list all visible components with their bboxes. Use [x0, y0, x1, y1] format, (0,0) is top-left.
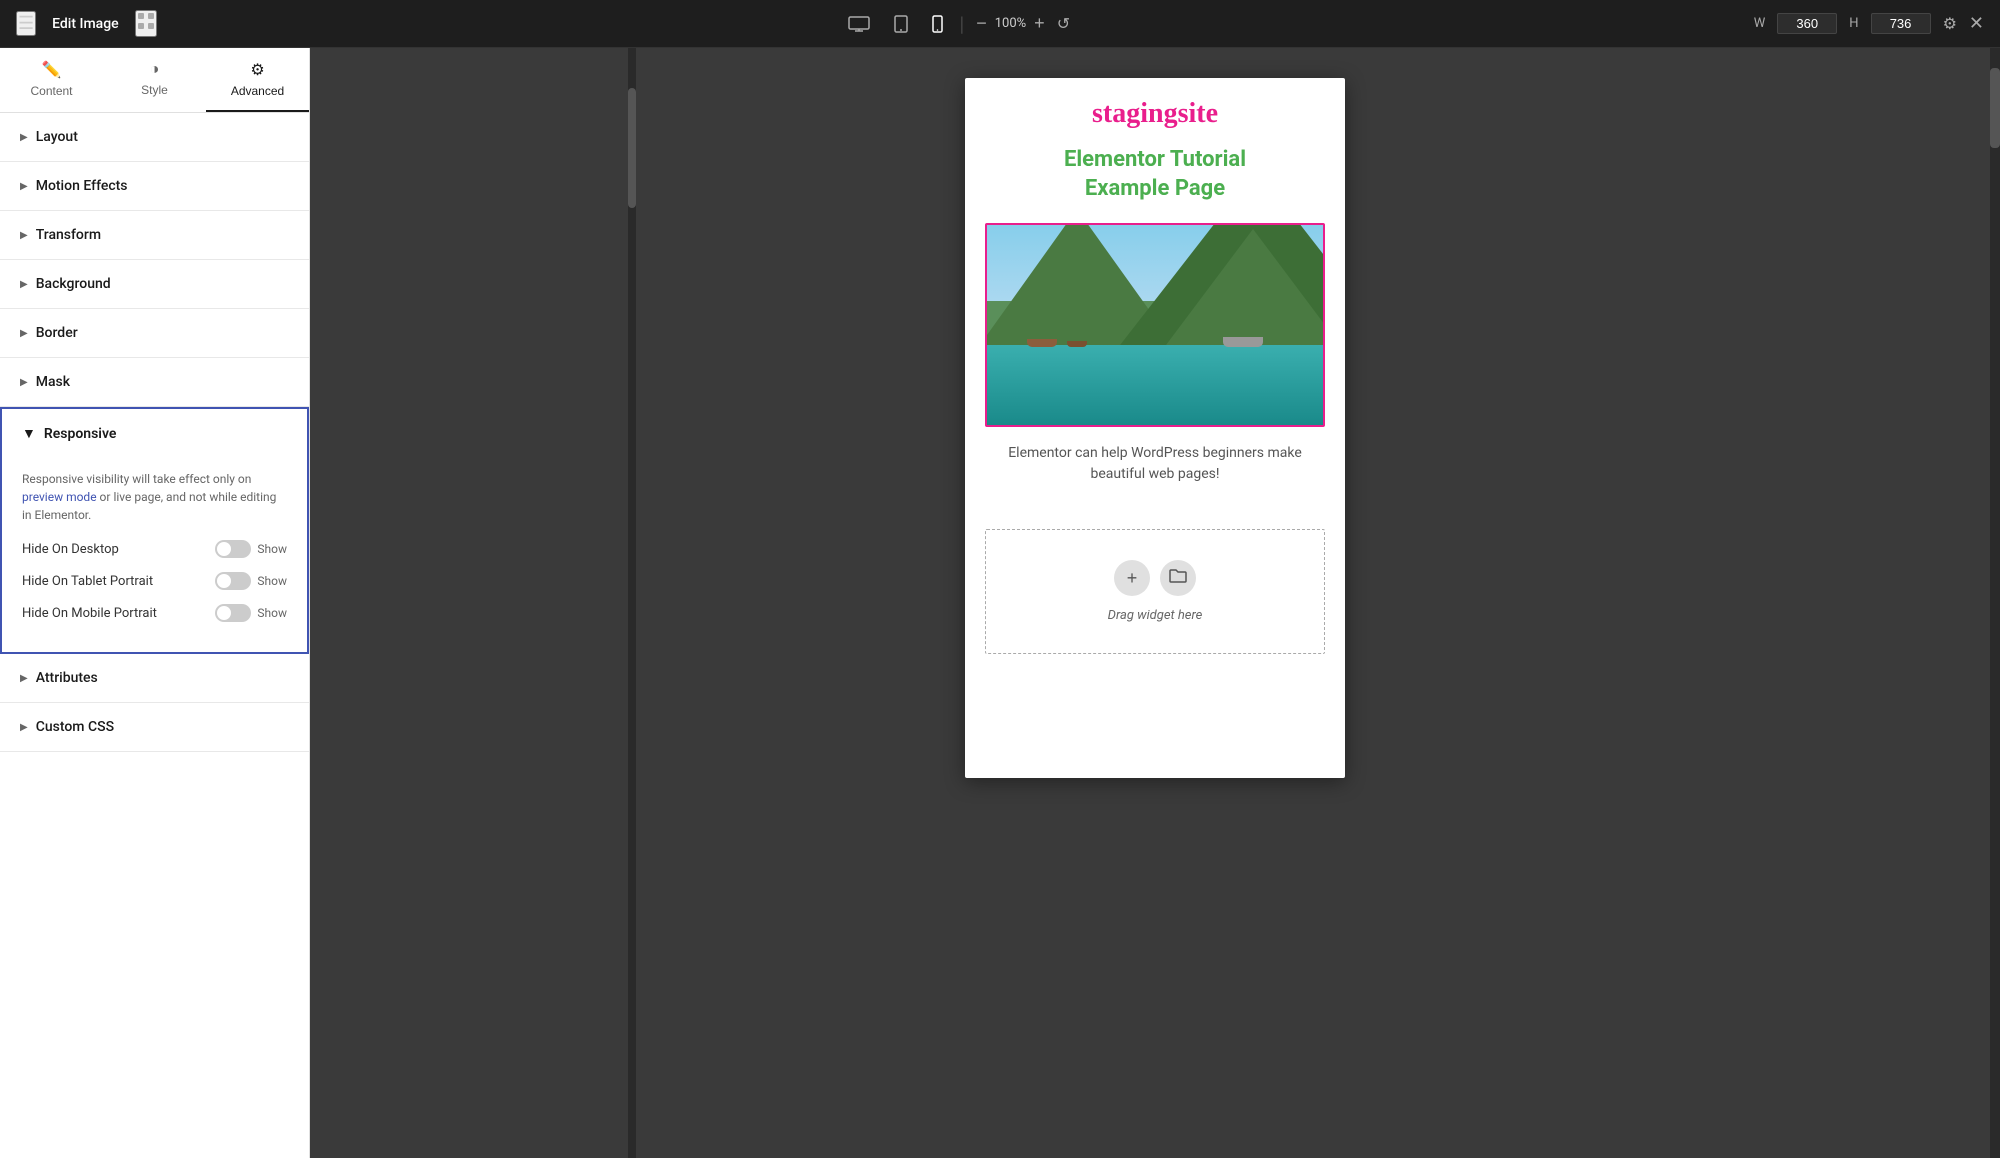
topbar-left: ☰ Edit Image [16, 10, 157, 37]
tab-advanced-label: Advanced [231, 84, 284, 98]
section-transform[interactable]: ▶ Transform [0, 211, 309, 260]
add-from-library-button[interactable] [1160, 560, 1196, 596]
chevron-right-icon: ▶ [20, 377, 28, 388]
undo-button[interactable]: ↺ [1057, 14, 1070, 34]
page-heading: Elementor Tutorial Example Page [985, 146, 1325, 203]
chevron-right-icon: ▶ [20, 230, 28, 241]
plus-icon: + [1127, 568, 1138, 589]
hide-mobile-label: Hide On Mobile Portrait [22, 606, 157, 621]
hide-tablet-toggle[interactable] [215, 572, 251, 590]
responsive-note: Responsive visibility will take effect o… [22, 470, 287, 524]
hamburger-button[interactable]: ☰ [16, 11, 36, 36]
hide-desktop-toggle[interactable] [215, 540, 251, 558]
responsive-label: Responsive [44, 426, 117, 442]
preview-description: Elementor can help WordPress beginners m… [985, 443, 1325, 485]
section-border[interactable]: ▶ Border [0, 309, 309, 358]
settings-button[interactable]: ⚙ [1943, 14, 1957, 34]
section-mask[interactable]: ▶ Mask [0, 358, 309, 407]
hide-desktop-label: Hide On Desktop [22, 542, 119, 557]
halfcircle-icon: ◑ [150, 61, 160, 79]
section-attributes[interactable]: ▶ Attributes [0, 654, 309, 703]
topbar: ☰ Edit Image [0, 0, 2000, 48]
tab-style-label: Style [141, 83, 168, 97]
hide-mobile-toggle[interactable] [215, 604, 251, 622]
drop-zone-buttons: + [1114, 560, 1196, 596]
chevron-down-icon: ▼ [22, 425, 36, 442]
width-input[interactable] [1777, 13, 1837, 34]
tab-advanced[interactable]: ⚙ Advanced [206, 48, 309, 112]
page-preview: stagingsite Elementor Tutorial Example P… [965, 78, 1345, 778]
main-layout: ✏️ Content ◑ Style ⚙ Advanced ▶ Layout ▶… [0, 48, 2000, 1158]
chevron-right-icon: ▶ [20, 132, 28, 143]
section-background[interactable]: ▶ Background [0, 260, 309, 309]
toggle-row-tablet: Hide On Tablet Portrait Show [22, 572, 287, 590]
width-label: W [1754, 16, 1766, 31]
responsive-header[interactable]: ▼ Responsive [2, 409, 307, 458]
chevron-right-icon: ▶ [20, 328, 28, 339]
image-display [987, 225, 1323, 425]
transform-label: Transform [36, 227, 101, 243]
topbar-center: | − 100% + ↺ [840, 11, 1070, 37]
responsive-note-text: Responsive visibility will take effect o… [22, 472, 251, 486]
hide-mobile-show-label: Show [257, 606, 287, 620]
grid-button[interactable] [135, 10, 157, 37]
canvas-area: stagingsite Elementor Tutorial Example P… [310, 48, 2000, 1158]
folder-icon [1169, 568, 1187, 589]
height-label: H [1849, 16, 1858, 31]
page-title: Edit Image [52, 16, 119, 32]
chevron-right-icon: ▶ [20, 181, 28, 192]
sidebar: ✏️ Content ◑ Style ⚙ Advanced ▶ Layout ▶… [0, 48, 310, 1158]
zoom-controls: − 100% + [972, 13, 1048, 34]
hide-tablet-toggle-wrap: Show [215, 572, 287, 590]
tab-style[interactable]: ◑ Style [103, 48, 206, 112]
attributes-label: Attributes [36, 670, 98, 686]
hide-mobile-toggle-wrap: Show [215, 604, 287, 622]
topbar-right: W H ⚙ ✕ [1754, 13, 1984, 34]
add-widget-button[interactable]: + [1114, 560, 1150, 596]
image-widget[interactable] [985, 223, 1325, 427]
layout-label: Layout [36, 129, 78, 145]
separator: | [959, 12, 964, 36]
tab-content[interactable]: ✏️ Content [0, 48, 103, 112]
background-label: Background [36, 276, 111, 292]
zoom-in-button[interactable]: + [1030, 13, 1049, 34]
section-layout[interactable]: ▶ Layout [0, 113, 309, 162]
drop-zone-label: Drag widget here [1108, 608, 1203, 623]
panel-items: ▶ Layout ▶ Motion Effects ▶ Transform ▶ … [0, 113, 309, 1158]
section-responsive: ▼ Responsive Responsive visibility will … [0, 407, 309, 654]
height-input[interactable] [1871, 13, 1931, 34]
hide-tablet-show-label: Show [257, 574, 287, 588]
preview-mode-link[interactable]: preview mode [22, 490, 97, 504]
custom-css-label: Custom CSS [36, 719, 114, 735]
pencil-icon: ✏️ [42, 60, 62, 80]
zoom-value: 100% [995, 16, 1026, 31]
section-motion-effects[interactable]: ▶ Motion Effects [0, 162, 309, 211]
hide-tablet-label: Hide On Tablet Portrait [22, 574, 153, 589]
mask-label: Mask [36, 374, 70, 390]
section-custom-css[interactable]: ▶ Custom CSS [0, 703, 309, 752]
site-title: stagingsite [985, 98, 1325, 130]
tab-content-label: Content [30, 84, 72, 98]
border-label: Border [36, 325, 78, 341]
hide-desktop-toggle-wrap: Show [215, 540, 287, 558]
desktop-btn[interactable] [840, 12, 878, 36]
drop-zone[interactable]: + Drag widget here [985, 529, 1325, 654]
responsive-content: Responsive visibility will take effect o… [2, 458, 307, 652]
motion-effects-label: Motion Effects [36, 178, 128, 194]
gear-icon: ⚙ [250, 60, 264, 80]
hide-desktop-show-label: Show [257, 542, 287, 556]
preview-inner: stagingsite Elementor Tutorial Example P… [965, 78, 1345, 529]
close-button[interactable]: ✕ [1969, 13, 1984, 34]
tab-bar: ✏️ Content ◑ Style ⚙ Advanced [0, 48, 309, 113]
chevron-right-icon: ▶ [20, 722, 28, 733]
toggle-row-desktop: Hide On Desktop Show [22, 540, 287, 558]
chevron-right-icon: ▶ [20, 279, 28, 290]
zoom-out-button[interactable]: − [972, 13, 991, 34]
tablet-btn[interactable] [886, 11, 916, 37]
chevron-right-icon: ▶ [20, 673, 28, 684]
toggle-row-mobile: Hide On Mobile Portrait Show [22, 604, 287, 622]
mobile-btn[interactable] [924, 11, 951, 37]
